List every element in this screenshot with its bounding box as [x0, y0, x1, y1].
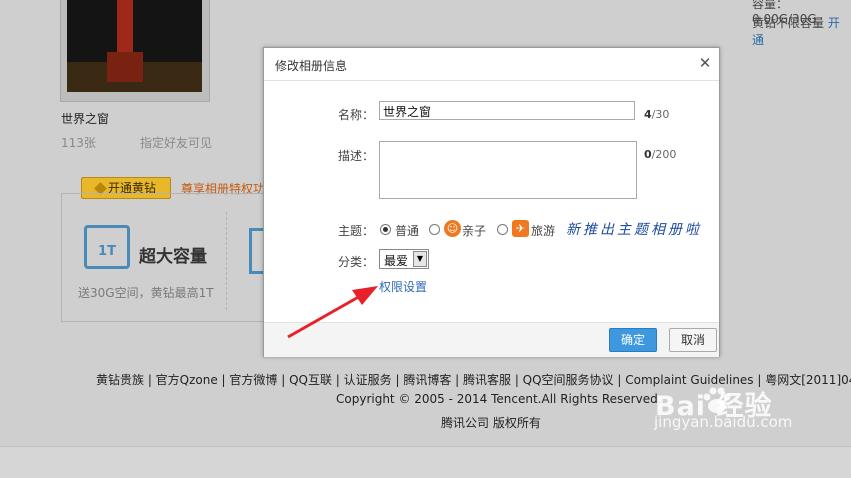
watermark-url: jingyan.baidu.com: [654, 413, 793, 431]
